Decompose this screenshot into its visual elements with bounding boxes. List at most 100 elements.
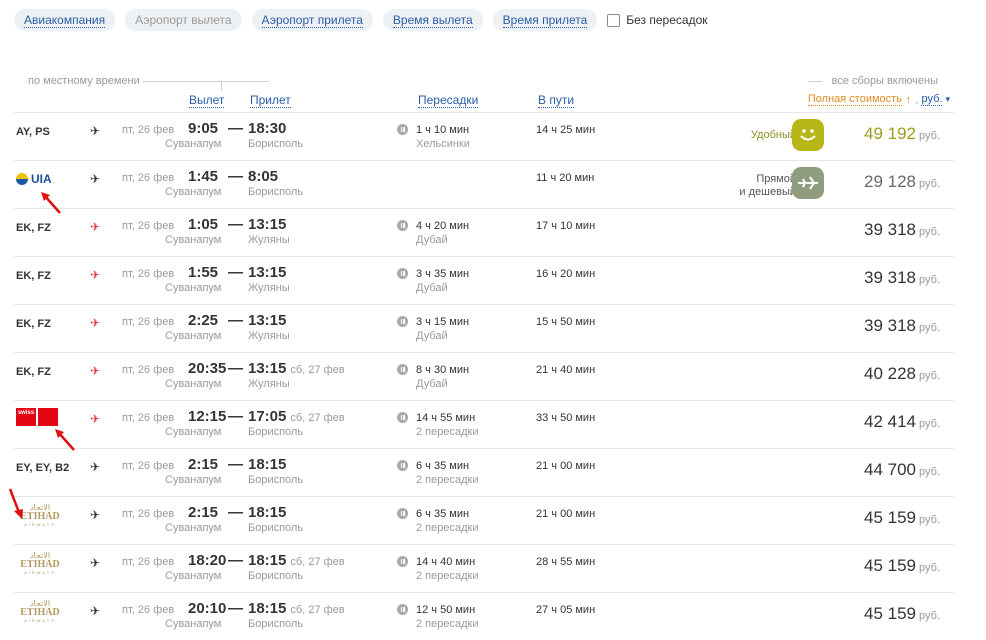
arrival-airport: Борисполь — [248, 522, 304, 534]
nonstop-checkbox[interactable]: Без пересадок — [607, 13, 708, 27]
price[interactable]: 39 318 руб. — [864, 268, 940, 288]
flight-row[interactable]: AY, PS ✈ пт, 26 фев 9:05 — 18:30 Суванапум Бори… — [14, 112, 954, 160]
airline-name: UIA — [31, 172, 52, 186]
arrival-date: сб, 27 фев — [290, 412, 345, 424]
filter-arr-airport[interactable]: Аэропорт прилета — [251, 9, 373, 31]
arrival-time-block: 18:15 — [248, 504, 286, 521]
results-list: AY, PS ✈ пт, 26 фев 9:05 — 18:30 Суванапум Бори… — [14, 112, 954, 640]
time-separator: — — [228, 120, 243, 137]
travel-duration: 16 ч 20 мин — [536, 268, 596, 280]
arrival-airport: Жуляны — [248, 330, 290, 342]
layover-info: 2 пересадки — [416, 474, 479, 486]
time-separator: — — [228, 600, 243, 617]
filter-arr-time[interactable]: Время прилета — [492, 9, 598, 31]
plane-icon: ✈ — [90, 124, 101, 138]
sort-total-price[interactable]: Полная стоимость — [807, 93, 902, 106]
swiss-logo-icon: swiss — [16, 408, 36, 426]
departure-time: 18:20 — [188, 552, 227, 569]
layover-info: 2 пересадки — [416, 618, 479, 630]
sort-stops[interactable]: Пересадки — [418, 93, 479, 108]
filter-dep-time[interactable]: Время вылета — [382, 9, 483, 31]
filter-airline[interactable]: Авиакомпания — [14, 9, 116, 31]
price[interactable]: 44 700 руб. — [864, 460, 940, 480]
arrival-time: 13:15 — [248, 264, 287, 281]
travel-duration: 14 ч 25 мин — [536, 124, 596, 136]
arrival-time-block: 17:05 сб, 27 фев — [248, 408, 345, 425]
departure-date: пт, 26 фев — [122, 172, 175, 184]
flight-row[interactable]: UIA ✈ пт, 26 фев 1:45 — 8:05 Суванапум Бориспол… — [14, 160, 954, 208]
checkbox-box[interactable] — [607, 13, 621, 27]
flight-row[interactable]: EK, FZ ✈ пт, 26 фев 20:35— 13:15 сб, 27 фев Су… — [14, 352, 954, 400]
sort-departure-label: Вылет — [189, 93, 225, 108]
sort-departure[interactable]: Вылет — [189, 93, 225, 108]
plane-icon: ✈ — [90, 412, 101, 426]
price-value: 44 700 — [864, 460, 917, 479]
price[interactable]: 29 128 руб. — [864, 172, 940, 192]
pause-icon — [397, 268, 408, 279]
sort-up-arrow-icon[interactable]: ↑ — [906, 94, 912, 106]
pause-icon — [397, 556, 408, 567]
layover-time: 14 ч 40 мин — [416, 556, 476, 568]
arrival-airport: Жуляны — [248, 378, 290, 390]
currency-select[interactable]: руб. — [921, 93, 943, 106]
price-value: 40 228 — [864, 364, 917, 383]
airline-codes: EK, FZ — [16, 222, 51, 234]
airline-name: ETIHAD — [20, 559, 60, 570]
flight-row[interactable]: الاتحاد ETIHAD AIRWAYS ✈ пт, 26 фев 20:10— 18:… — [14, 592, 954, 640]
departure-date: пт, 26 фев — [122, 460, 175, 472]
layover-info: 2 пересадки — [416, 426, 479, 438]
travel-duration: 21 ч 40 мин — [536, 364, 596, 376]
chevron-down-icon[interactable]: ▾ — [945, 94, 950, 105]
airline-logo: الاتحاد ETIHAD AIRWAYS — [16, 599, 64, 623]
flight-row[interactable]: الاتحاد ETIHAD AIRWAYS ✈ пт, 26 фев 18:20— 18:… — [14, 544, 954, 592]
price-sort: Полная стоимость ↑ , руб. ▾ — [807, 93, 950, 106]
annotation-arrow-icon — [55, 429, 75, 451]
price[interactable]: 42 414 руб. — [864, 412, 940, 432]
time-separator: — — [228, 456, 243, 473]
departure-date: пт, 26 фев — [122, 508, 175, 520]
arrival-time: 13:15 — [248, 360, 287, 377]
price[interactable]: 45 159 руб. — [864, 508, 940, 528]
arrival-time-block: 18:30 — [248, 120, 286, 137]
smile-icon — [792, 119, 824, 151]
departure-time: 1:55 — [188, 264, 219, 281]
flight-row[interactable]: swiss ✈ пт, 26 фев 12:15— 17:05 сб, 27 фев Сув… — [14, 400, 954, 448]
price-currency: руб. — [919, 226, 940, 238]
departure-airport: Суванапум — [165, 234, 222, 246]
flight-row[interactable]: EK, FZ ✈ пт, 26 фев 2:25 — 13:15 Суванапум Жуля… — [14, 304, 954, 352]
price[interactable]: 49 192 руб. — [864, 124, 940, 144]
arrival-time-block: 18:15 сб, 27 фев — [248, 600, 345, 617]
flight-row[interactable]: EK, FZ ✈ пт, 26 фев 1:05 — 13:15 Суванапум Жуля… — [14, 208, 954, 256]
departure-time: 2:15 — [188, 504, 219, 521]
price[interactable]: 45 159 руб. — [864, 604, 940, 624]
flight-row[interactable]: الاتحاد ETIHAD AIRWAYS ✈ пт, 26 фев 2:15—18:1… — [14, 496, 954, 544]
price[interactable]: 40 228 руб. — [864, 364, 940, 384]
filter-dep-airport: Аэропорт вылета — [125, 9, 242, 31]
layover-info: Дубай — [416, 378, 448, 390]
layover-info: Дубай — [416, 282, 448, 294]
sort-duration[interactable]: В пути — [538, 93, 575, 108]
time-separator: — — [228, 504, 243, 521]
fees-note: все сборы включены — [831, 75, 938, 87]
travel-duration: 11 ч 20 мин — [536, 172, 595, 184]
layover-info: Дубай — [416, 330, 448, 342]
sort-arrival-label: Прилет — [250, 93, 291, 108]
flight-row[interactable]: EY, EY, B2 ✈ пт, 26 фев 2:15 — 18:15 Суванапум… — [14, 448, 954, 496]
sort-arrival[interactable]: Прилет — [250, 93, 291, 108]
arrival-airport: Жуляны — [248, 282, 290, 294]
layover-time: 1 ч 10 мин — [416, 124, 470, 136]
arrival-time-block: 8:05 — [248, 168, 278, 185]
price[interactable]: 39 318 руб. — [864, 220, 940, 240]
airline-logo: UIA — [16, 172, 52, 186]
price[interactable]: 39 318 руб. — [864, 316, 940, 336]
arrival-date: сб, 27 фев — [290, 604, 345, 616]
travel-duration: 27 ч 05 мин — [536, 604, 596, 616]
price[interactable]: 45 159 руб. — [864, 556, 940, 576]
direct-plane-icon — [792, 167, 824, 199]
airline-codes: EK, FZ — [16, 366, 51, 378]
arrival-airport: Борисполь — [248, 186, 304, 198]
price-value: 29 128 — [864, 172, 917, 191]
travel-duration: 21 ч 00 мин — [536, 508, 596, 520]
time-separator: — — [228, 264, 243, 281]
flight-row[interactable]: EK, FZ ✈ пт, 26 фев 1:55 — 13:15 Суванапум Жуля… — [14, 256, 954, 304]
